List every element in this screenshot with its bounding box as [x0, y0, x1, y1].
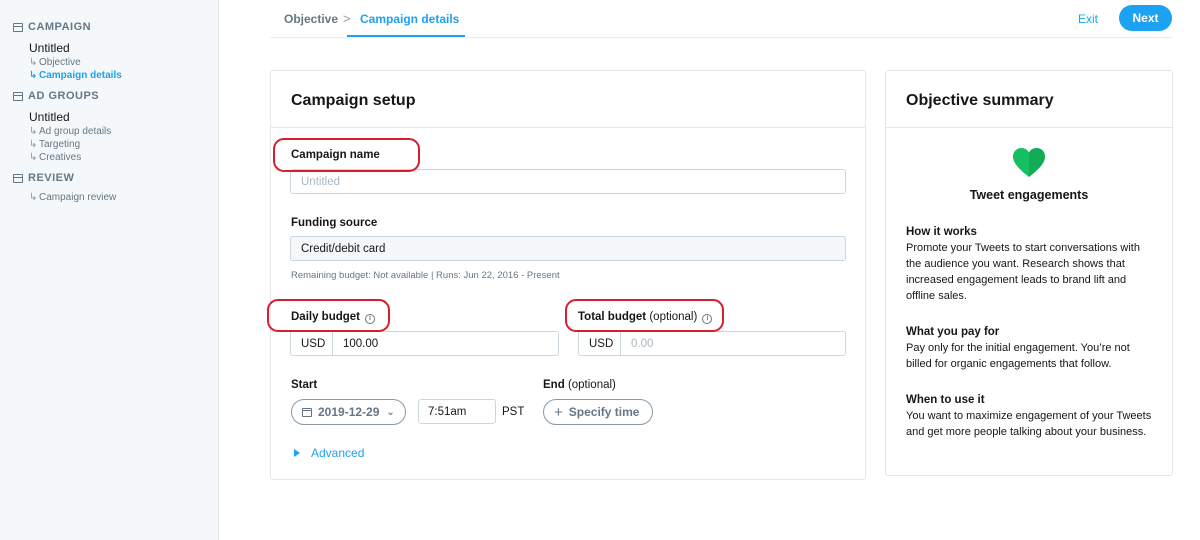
start-label: Start	[291, 379, 318, 391]
advanced-toggle[interactable]: Advanced	[294, 446, 364, 460]
chevron-down-icon: ⌄	[386, 406, 395, 418]
breadcrumb-campaign-details[interactable]: Campaign details	[360, 12, 459, 26]
list-icon	[13, 91, 23, 101]
daily-budget-field[interactable]: USD 100.00	[290, 331, 559, 356]
daily-budget-input[interactable]: 100.00	[333, 332, 558, 355]
currency-label: USD	[579, 332, 621, 355]
what-you-pay-for-section: What you pay for Pay only for the initia…	[906, 326, 1130, 370]
sidebar-ad-group-title[interactable]: Untitled	[29, 110, 70, 124]
sidebar-section-campaign[interactable]: CAMPAIGN	[13, 21, 91, 33]
objective-name: Tweet engagements	[969, 188, 1089, 202]
sidebar-campaign-title[interactable]: Untitled	[29, 41, 70, 55]
list-icon	[13, 173, 23, 183]
campaign-setup-heading: Campaign setup	[271, 71, 865, 128]
end-label: End (optional)	[543, 379, 616, 391]
heart-icon	[1013, 148, 1045, 177]
chevron-right-icon: >	[343, 11, 351, 26]
when-to-use-it-section: When to use it You want to maximize enga…	[906, 394, 1152, 438]
sidebar-item-targeting[interactable]: ↳ Targeting	[29, 139, 80, 150]
campaign-name-input[interactable]: Untitled	[290, 169, 846, 194]
currency-label: USD	[291, 332, 333, 355]
sidebar-section-ad-groups[interactable]: AD GROUPS	[13, 90, 99, 102]
how-it-works-section: How it works Promote your Tweets to star…	[906, 226, 1140, 302]
caret-right-icon	[294, 449, 300, 457]
funding-source-label: Funding source	[291, 217, 378, 229]
highlight-campaign-name	[273, 138, 420, 172]
objective-summary-heading: Objective summary	[886, 71, 1172, 128]
sidebar-item-campaign-review[interactable]: ↳ Campaign review	[29, 192, 116, 203]
campaign-setup-card: Campaign setup Campaign name Untitled Fu…	[270, 70, 866, 480]
start-date-picker[interactable]: 2019-12-29 ⌄	[291, 399, 406, 425]
total-budget-input[interactable]: 0.00	[621, 332, 845, 355]
sidebar-item-objective[interactable]: ↳ Objective	[29, 57, 81, 68]
highlight-total-budget	[565, 299, 724, 332]
objective-summary-card: Objective summary Tweet engagements How …	[885, 70, 1173, 476]
objective-summary-body: Tweet engagements How it works Promote y…	[886, 128, 1172, 468]
sidebar-item-ad-group-details[interactable]: ↳ Ad group details	[29, 126, 111, 137]
specify-time-button[interactable]: + Specify time	[543, 399, 653, 425]
highlight-daily-budget	[267, 299, 390, 332]
exit-link[interactable]: Exit	[1078, 12, 1098, 26]
breadcrumb-objective[interactable]: Objective	[284, 12, 338, 26]
sidebar-item-creatives[interactable]: ↳ Creatives	[29, 152, 81, 163]
list-icon	[13, 22, 23, 32]
next-button[interactable]: Next	[1119, 5, 1172, 31]
funding-source-select[interactable]: Credit/debit card	[290, 236, 846, 261]
sidebar: CAMPAIGN Untitled ↳ Objective ↳ Campaign d…	[0, 0, 219, 540]
active-tab-indicator	[347, 35, 465, 37]
calendar-icon	[302, 407, 312, 417]
total-budget-field[interactable]: USD 0.00	[578, 331, 846, 356]
funding-hint: Remaining budget: Not available | Runs: …	[291, 270, 560, 281]
top-navigation: Objective > Campaign details Exit Next	[270, 0, 1172, 38]
sidebar-section-review[interactable]: REVIEW	[13, 172, 74, 184]
timezone-label: PST	[502, 406, 525, 418]
plus-icon: +	[554, 403, 563, 421]
sidebar-item-campaign-details[interactable]: ↳ Campaign details	[29, 70, 122, 81]
start-time-input[interactable]: 7:51am	[418, 399, 496, 424]
